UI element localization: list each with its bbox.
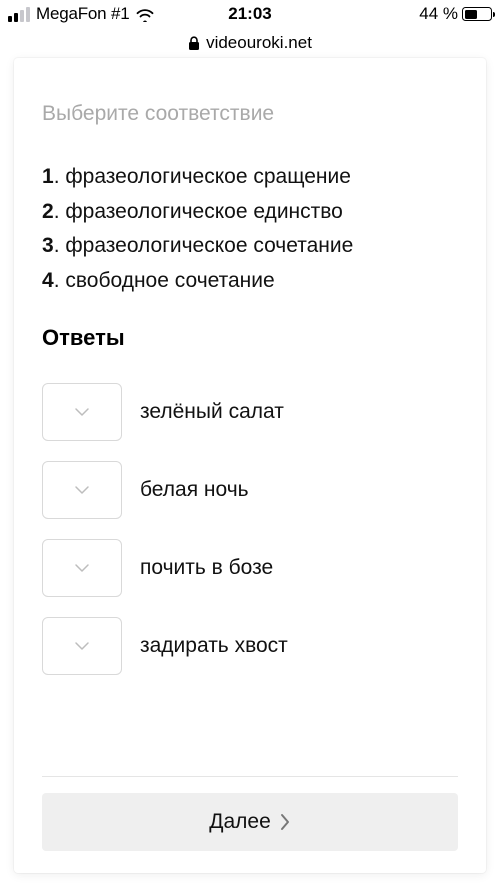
next-button[interactable]: Далее — [42, 793, 458, 851]
answer-row: почить в бозе — [42, 539, 458, 597]
answer-label: задирать хвост — [140, 634, 288, 658]
chevron-down-icon — [74, 563, 90, 573]
chevron-down-icon — [74, 485, 90, 495]
next-button-label: Далее — [209, 810, 271, 834]
answers-list: зелёный салат белая ночь почить в бозе — [42, 383, 458, 675]
chevron-down-icon — [74, 641, 90, 651]
definition-item: 3. фразеологическое сочетание — [42, 229, 458, 264]
definition-item: 1. фразеологическое сращение — [42, 160, 458, 195]
battery-percentage: 44 % — [419, 4, 458, 24]
divider — [42, 776, 458, 777]
status-bar: MegaFon #1 21:03 44 % — [0, 0, 500, 28]
answer-label: зелёный салат — [140, 400, 284, 424]
battery-icon — [462, 7, 492, 21]
carrier-label: MegaFon #1 — [36, 4, 129, 24]
answer-label: белая ночь — [140, 478, 249, 502]
signal-icon — [8, 7, 30, 22]
definitions-list: 1. фразеологическое сращение 2. фразеоло… — [42, 160, 458, 299]
answer-label: почить в бозе — [140, 556, 273, 580]
definition-item: 2. фразеологическое единство — [42, 195, 458, 230]
lock-icon — [188, 36, 200, 51]
instruction-text: Выберите соответствие — [42, 102, 458, 126]
answer-row: зелёный салат — [42, 383, 458, 441]
answer-dropdown[interactable] — [42, 461, 122, 519]
chevron-down-icon — [74, 407, 90, 417]
url-text: videouroki.net — [206, 33, 312, 53]
chevron-right-icon — [279, 813, 291, 831]
browser-url-bar[interactable]: videouroki.net — [0, 28, 500, 58]
answer-dropdown[interactable] — [42, 617, 122, 675]
clock: 21:03 — [228, 4, 271, 24]
definition-item: 4. свободное сочетание — [42, 264, 458, 299]
quiz-card: Выберите соответствие 1. фразеологическо… — [14, 58, 486, 873]
answer-dropdown[interactable] — [42, 539, 122, 597]
answer-row: задирать хвост — [42, 617, 458, 675]
answer-row: белая ночь — [42, 461, 458, 519]
wifi-icon — [135, 7, 155, 22]
answers-heading: Ответы — [42, 325, 458, 351]
answer-dropdown[interactable] — [42, 383, 122, 441]
